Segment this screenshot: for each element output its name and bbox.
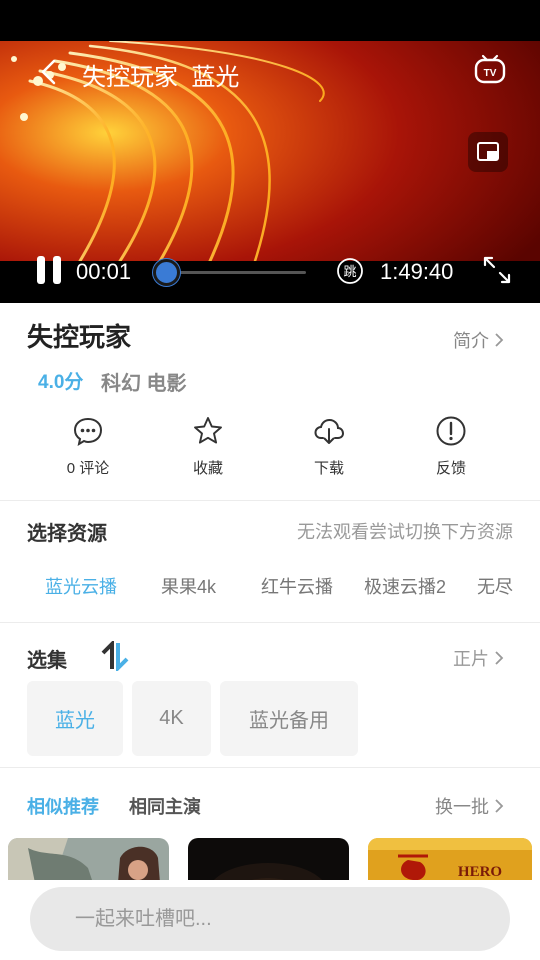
action-label: 0 评论 bbox=[66, 460, 110, 477]
action-label: 下载 bbox=[313, 460, 344, 477]
download-action[interactable]: 下载 bbox=[279, 415, 379, 478]
intro-label: 简介 bbox=[453, 331, 489, 351]
poster-card[interactable]: HERO bbox=[368, 838, 532, 880]
svg-text:TV: TV bbox=[484, 68, 497, 79]
intro-link[interactable]: 简介 bbox=[453, 327, 505, 353]
action-label: 收藏 bbox=[192, 460, 223, 477]
favorite-action[interactable]: 收藏 bbox=[158, 415, 258, 478]
comment-bar bbox=[0, 880, 540, 960]
comment-action[interactable]: 0 评论 bbox=[38, 415, 138, 478]
back-arrow-icon[interactable] bbox=[34, 55, 68, 89]
poster-image: HERO bbox=[368, 838, 532, 880]
current-time: 00:01 bbox=[76, 259, 132, 284]
cloud-download-icon bbox=[314, 418, 345, 444]
episodes-section: 选集 正片 蓝光 4K 蓝光备用 bbox=[0, 623, 540, 768]
pip-button[interactable] bbox=[468, 132, 508, 172]
episodes-link[interactable]: 正片 bbox=[453, 645, 505, 671]
total-time: 1:49:40 bbox=[380, 259, 454, 284]
sort-toggle-icon[interactable] bbox=[100, 641, 130, 671]
source-section: 选择资源 无法观看尝试切换下方资源 蓝光云播 果果4k 红牛云播 极速云播2 无… bbox=[0, 501, 540, 623]
poster-image bbox=[188, 838, 349, 880]
fullscreen-icon[interactable] bbox=[480, 253, 514, 287]
star-icon bbox=[194, 417, 222, 444]
recommend-section: 相似推荐 相同主演 换一批 HERO bbox=[0, 768, 540, 880]
comment-input[interactable] bbox=[30, 887, 510, 951]
poster-image bbox=[8, 838, 169, 880]
movie-genre: 科幻 电影 bbox=[101, 373, 187, 395]
svg-text:跳: 跳 bbox=[343, 265, 356, 280]
skip-intro-icon[interactable]: 跳 bbox=[336, 257, 364, 285]
source-tabs: 蓝光云播 果果4k 红牛云播 极速云播2 无尽 bbox=[0, 573, 540, 603]
progress-knob[interactable] bbox=[153, 259, 180, 286]
movie-info: 失控玩家 简介 4.0分 科幻 电影 0 评论 收藏 下载 反馈 bbox=[0, 303, 540, 501]
source-tab[interactable]: 蓝光云播 bbox=[45, 573, 117, 599]
chevron-right-icon bbox=[495, 333, 504, 347]
source-hint: 无法观看尝试切换下方资源 bbox=[297, 522, 513, 542]
status-bar bbox=[0, 0, 540, 41]
video-player[interactable]: 失控玩家 蓝光 TV 00:01 跳 1:49:40 bbox=[0, 41, 540, 303]
source-tab[interactable]: 红牛云播 bbox=[261, 573, 333, 599]
action-bar: 0 评论 收藏 下载 反馈 bbox=[0, 415, 540, 485]
picture-in-picture-icon bbox=[477, 142, 499, 161]
chevron-right-icon bbox=[495, 799, 504, 813]
episode-button[interactable]: 蓝光 bbox=[27, 681, 123, 756]
poster-title: HERO bbox=[458, 864, 502, 880]
episode-button[interactable]: 蓝光备用 bbox=[220, 681, 358, 756]
feedback-action[interactable]: 反馈 bbox=[401, 415, 501, 478]
movie-score: 4.0分 bbox=[38, 372, 84, 393]
action-label: 反馈 bbox=[435, 460, 466, 477]
movie-title: 失控玩家 bbox=[27, 322, 132, 352]
source-tab[interactable]: 极速云播2 bbox=[364, 573, 446, 599]
source-tab[interactable]: 无尽 bbox=[477, 573, 513, 599]
poster-card[interactable] bbox=[8, 838, 169, 880]
recommend-tab-cast[interactable]: 相同主演 bbox=[129, 793, 201, 819]
recommend-tab-similar[interactable]: 相似推荐 bbox=[27, 793, 99, 819]
episodes-title: 选集 bbox=[27, 650, 67, 672]
player-title: 失控玩家 蓝光 bbox=[82, 64, 240, 91]
chevron-right-icon bbox=[495, 651, 504, 665]
comment-icon bbox=[73, 417, 103, 447]
source-tab[interactable]: 果果4k bbox=[161, 573, 216, 599]
episodes-link-label: 正片 bbox=[453, 649, 489, 669]
pause-icon[interactable] bbox=[34, 255, 64, 285]
poster-card[interactable] bbox=[188, 838, 349, 880]
refresh-label: 换一批 bbox=[435, 797, 489, 817]
progress-track[interactable] bbox=[166, 271, 306, 274]
refresh-link[interactable]: 换一批 bbox=[435, 793, 505, 819]
source-title: 选择资源 bbox=[27, 523, 107, 545]
episode-button[interactable]: 4K bbox=[132, 681, 211, 756]
alert-circle-icon bbox=[436, 416, 466, 446]
tv-cast-icon[interactable]: TV bbox=[472, 53, 508, 87]
